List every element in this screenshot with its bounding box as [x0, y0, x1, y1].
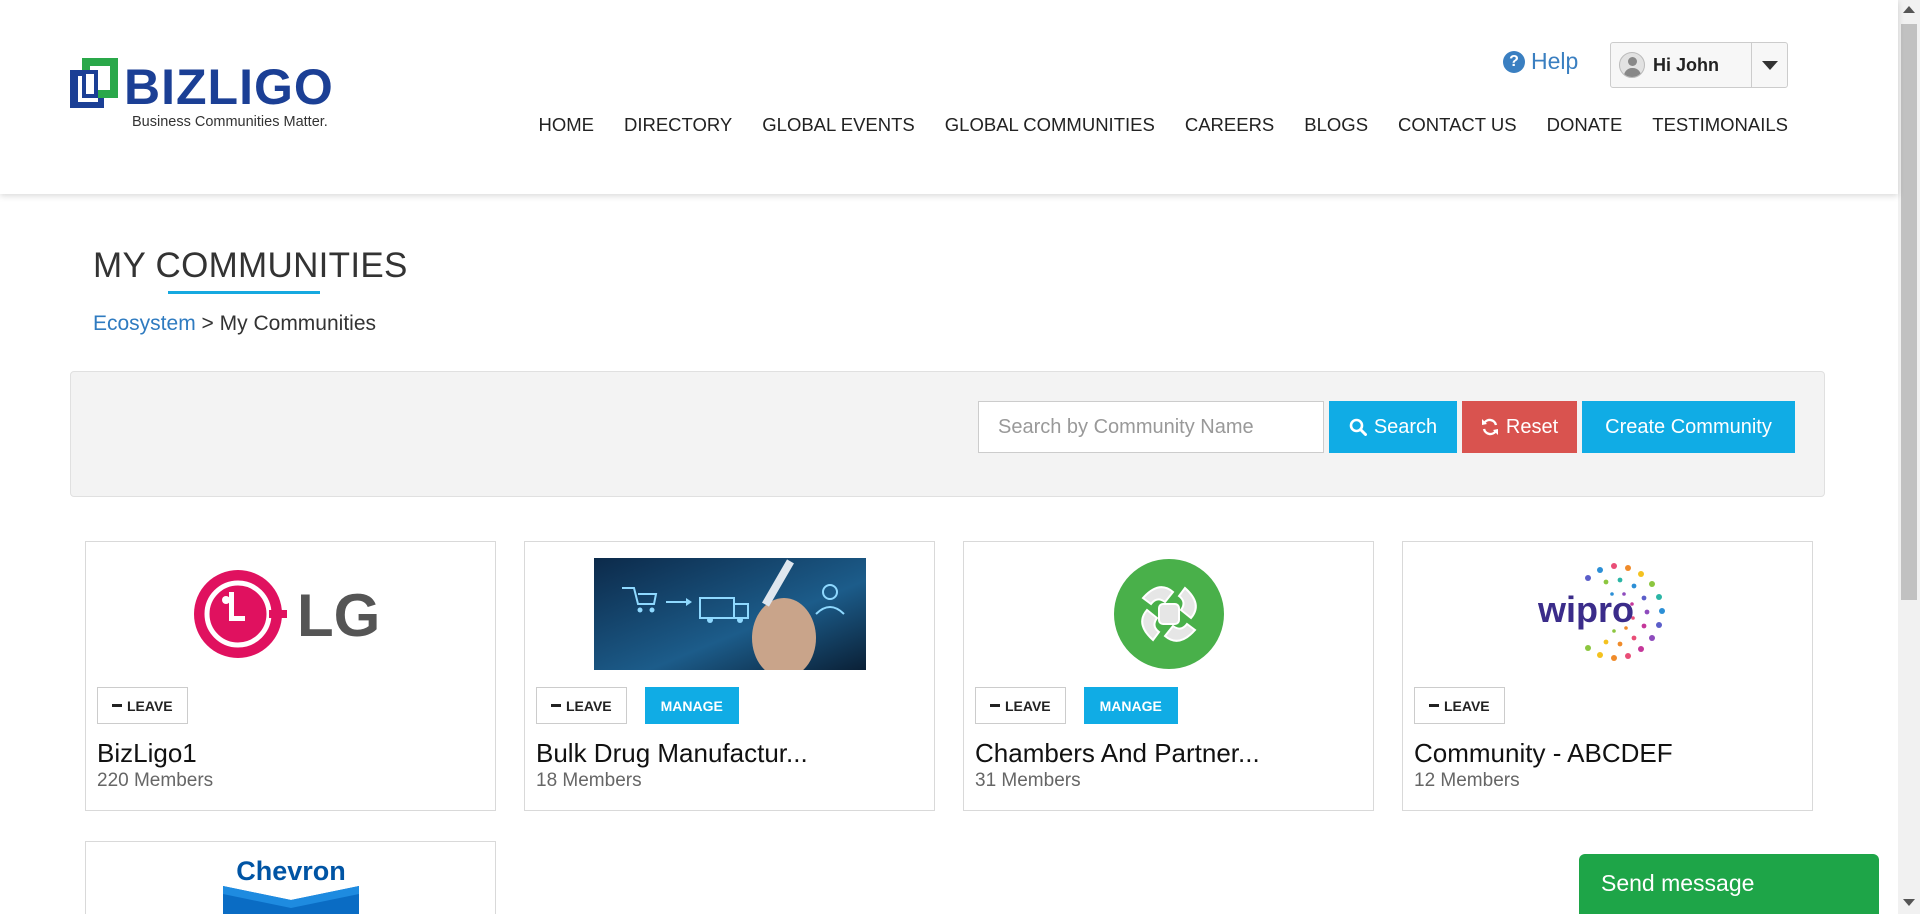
nav-testimonials[interactable]: TESTIMONAILS [1637, 114, 1788, 136]
leave-label: LEAVE [127, 697, 173, 714]
user-greeting: Hi John [1653, 54, 1719, 75]
community-card: LEAVE MANAGE Bulk Drug Manufactur... 18 … [524, 541, 935, 811]
question-circle-icon: ? [1503, 50, 1525, 73]
svg-text:Chevron: Chevron [236, 856, 346, 886]
minus-icon [112, 704, 122, 707]
wipro-logo-icon: wipro [1538, 563, 1665, 661]
avatar [1619, 52, 1645, 78]
leave-button[interactable]: LEAVE [536, 687, 627, 724]
bizligo-logo-mark-icon [70, 58, 118, 108]
main-nav: HOME DIRECTORY GLOBAL EVENTS GLOBAL COMM… [523, 114, 1788, 136]
nav-blogs[interactable]: BLOGS [1289, 114, 1383, 136]
search-button[interactable]: Search [1329, 401, 1457, 453]
breadcrumb: Ecosystem > My Communities [93, 312, 376, 336]
user-menu-toggle[interactable] [1751, 43, 1787, 87]
site-header: BIZLIGO Business Communities Matter. ? H… [0, 0, 1898, 194]
card-actions: LEAVE MANAGE [975, 687, 1178, 724]
community-name[interactable]: BizLigo1 [97, 738, 197, 769]
title-underline [168, 291, 320, 294]
brand-tagline: Business Communities Matter. [132, 114, 328, 130]
send-message-chat-button[interactable]: Send message [1579, 854, 1879, 914]
brand-name: BIZLIGO [124, 59, 334, 115]
reset-button[interactable]: Reset [1462, 401, 1577, 453]
community-name[interactable]: Community - ABCDEF [1414, 738, 1673, 769]
bizligo-logo[interactable]: BIZLIGO Business Communities Matter. [70, 58, 335, 132]
scrollbar-thumb[interactable] [1901, 24, 1917, 600]
minus-icon [1429, 704, 1439, 707]
community-name[interactable]: Chambers And Partner... [975, 738, 1260, 769]
community-card: LEAVE MANAGE Chambers And Partner... 31 … [963, 541, 1374, 811]
nav-global-communities[interactable]: GLOBAL COMMUNITIES [930, 114, 1170, 136]
member-count: 220 Members [97, 770, 214, 791]
search-icon [1349, 418, 1367, 436]
community-search-input[interactable] [978, 401, 1324, 453]
card-actions: LEAVE [97, 687, 188, 724]
member-count: 12 Members [1414, 770, 1520, 791]
search-panel: Search Reset Create Community [70, 371, 1825, 497]
help-label: Help [1531, 48, 1579, 74]
breadcrumb-link-ecosystem[interactable]: Ecosystem [93, 312, 196, 335]
community-card: LG LEAVE BizLigo1 220 Members [85, 541, 496, 811]
nav-donate[interactable]: DONATE [1532, 114, 1638, 136]
leave-label: LEAVE [1444, 697, 1490, 714]
page-title: MY COMMUNITIES [93, 246, 408, 285]
manage-button[interactable]: MANAGE [1083, 687, 1178, 724]
create-community-button[interactable]: Create Community [1582, 401, 1795, 453]
nav-careers[interactable]: CAREERS [1170, 114, 1289, 136]
scroll-up-arrow-icon[interactable] [1903, 6, 1915, 13]
community-logo[interactable]: LG [86, 558, 495, 670]
community-card: wipro LEAVE Community - ABCDEF 12 Member… [1402, 541, 1813, 811]
breadcrumb-separator: > [195, 312, 220, 335]
card-actions: LEAVE MANAGE [536, 687, 739, 724]
nav-global-events[interactable]: GLOBAL EVENTS [747, 114, 930, 136]
scroll-down-arrow-icon[interactable] [1903, 899, 1915, 906]
nav-contact-us[interactable]: CONTACT US [1383, 114, 1532, 136]
member-count: 31 Members [975, 770, 1081, 791]
nav-directory[interactable]: DIRECTORY [609, 114, 747, 136]
refresh-icon [1481, 418, 1498, 436]
search-button-label: Search [1373, 415, 1438, 438]
caret-down-icon [1761, 60, 1778, 70]
breadcrumb-current: My Communities [219, 312, 377, 335]
leave-button[interactable]: LEAVE [975, 687, 1066, 724]
member-count: 18 Members [536, 770, 642, 791]
handshake-circle-logo-icon [1113, 559, 1224, 669]
card-actions: LEAVE [1414, 687, 1505, 724]
business-process-image-icon [593, 558, 866, 670]
leave-button[interactable]: LEAVE [1414, 687, 1505, 724]
community-logo[interactable] [525, 558, 934, 670]
svg-text:wipro: wipro [1538, 589, 1634, 630]
leave-button[interactable]: LEAVE [97, 687, 188, 724]
community-card: Chevron [85, 841, 496, 914]
chevron-logo-icon: Chevron [222, 856, 359, 914]
page-scrollbar[interactable] [1898, 0, 1920, 914]
community-logo[interactable]: wipro [1403, 558, 1812, 670]
reset-button-label: Reset [1505, 415, 1559, 438]
nav-home[interactable]: HOME [523, 114, 609, 136]
community-logo[interactable] [964, 558, 1373, 670]
svg-text:LG: LG [297, 582, 380, 649]
minus-icon [990, 704, 1000, 707]
community-logo[interactable]: Chevron [86, 856, 495, 914]
user-menu: Hi John [1610, 42, 1788, 88]
minus-icon [551, 704, 561, 707]
user-menu-button[interactable]: Hi John [1611, 43, 1751, 87]
leave-label: LEAVE [566, 697, 612, 714]
manage-button[interactable]: MANAGE [644, 687, 739, 724]
help-link[interactable]: ? Help [1503, 48, 1578, 75]
community-name[interactable]: Bulk Drug Manufactur... [536, 738, 808, 769]
lg-logo-icon: LG [193, 570, 380, 658]
leave-label: LEAVE [1005, 697, 1051, 714]
